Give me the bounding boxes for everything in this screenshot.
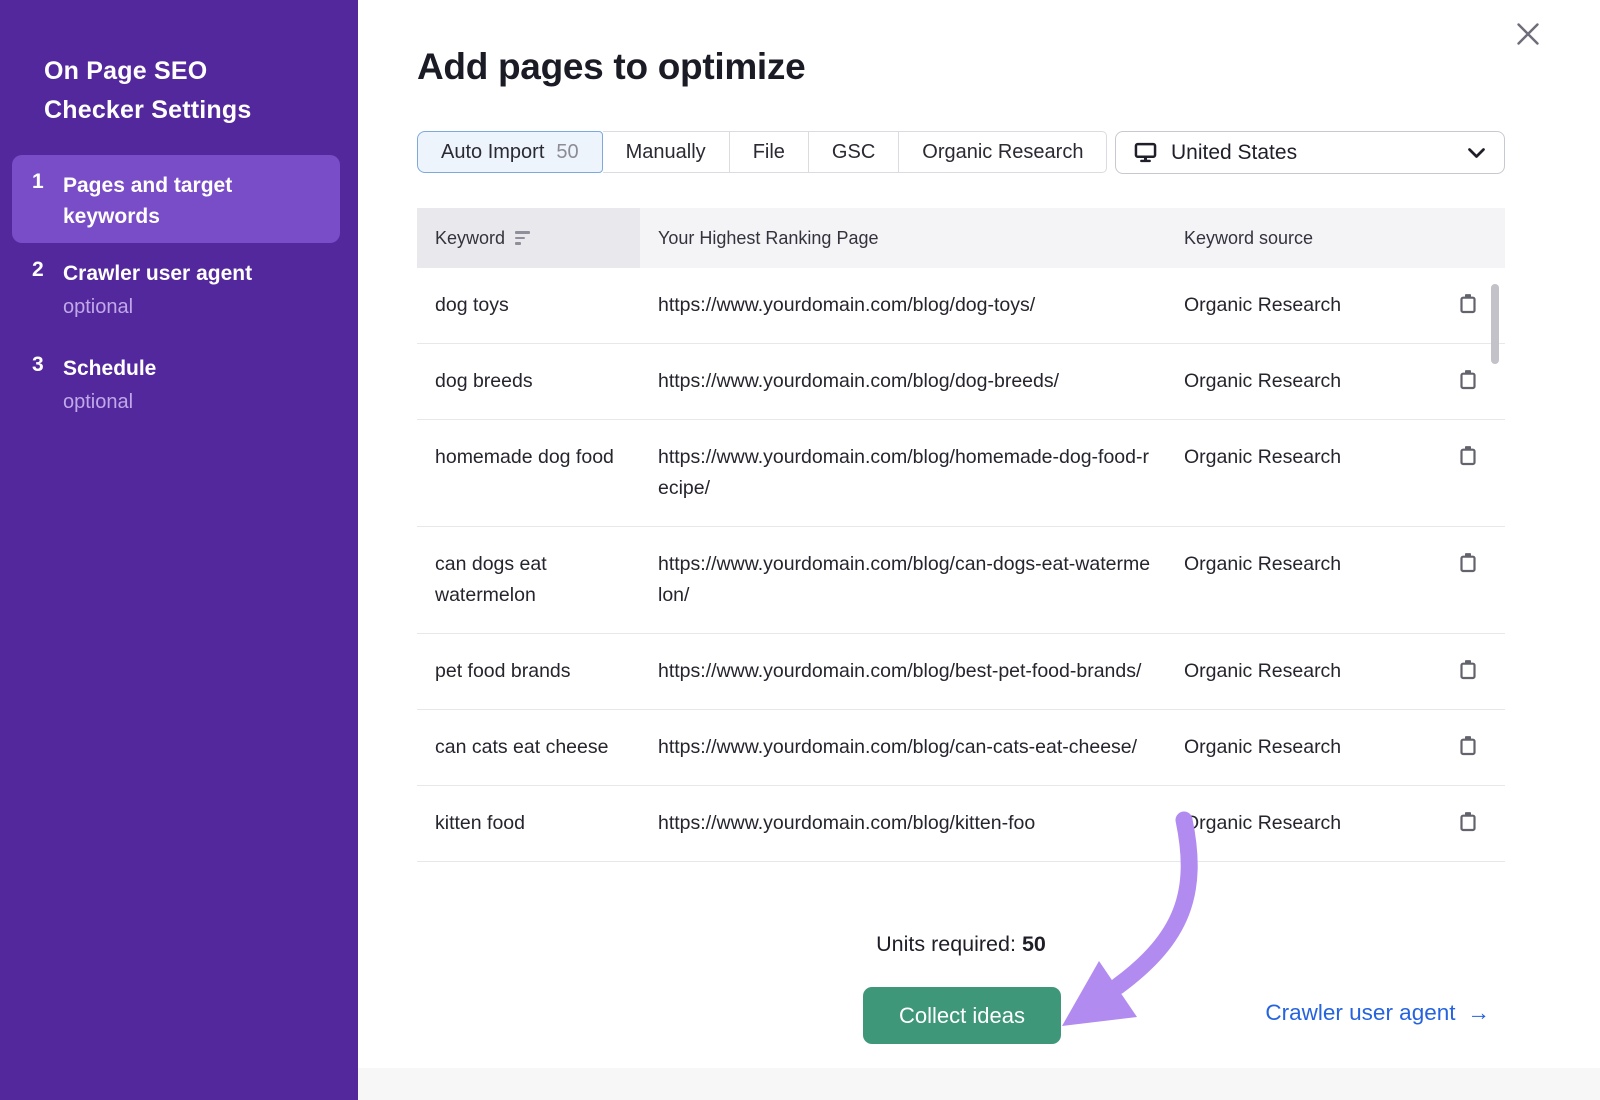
column-header-label: Keyword [435, 228, 505, 249]
table-row: dog toys https://www.yourdomain.com/blog… [417, 268, 1505, 344]
delete-icon[interactable] [1458, 734, 1478, 758]
keyword-cell: pet food brands [417, 634, 640, 709]
table-bottom-fade [417, 878, 1505, 908]
step-number: 2 [32, 258, 44, 282]
modal-content: Add pages to optimize Auto Import 50 Man… [358, 0, 1600, 1100]
url-cell: https://www.yourdomain.com/blog/best-pet… [640, 634, 1160, 709]
tab-label: File [753, 141, 785, 164]
delete-icon[interactable] [1458, 292, 1478, 316]
step-number: 3 [32, 353, 44, 377]
arrow-right-icon: → [1468, 1000, 1491, 1026]
keyword-source-cell: Organic Research [1160, 268, 1430, 343]
country-dropdown-value: United States [1171, 141, 1297, 165]
step-optional-label: optional [63, 391, 133, 414]
page-title: Add pages to optimize [417, 46, 805, 88]
import-source-tabs: Auto Import 50 Manually File GSC Organic… [417, 131, 1107, 173]
tab-organic-research[interactable]: Organic Research [899, 131, 1107, 173]
column-header-keyword[interactable]: Keyword [417, 208, 640, 268]
keyword-source-cell: Organic Research [1160, 344, 1430, 419]
monitor-icon [1134, 142, 1157, 163]
tab-file[interactable]: File [730, 131, 809, 173]
page-background-strip [358, 1068, 1600, 1100]
table-header-row: Keyword Your Highest Ranking Page Keywor… [417, 208, 1505, 268]
chevron-down-icon [1467, 147, 1486, 159]
url-cell: https://www.yourdomain.com/blog/homemade… [640, 420, 1160, 526]
tab-auto-import[interactable]: Auto Import 50 [417, 131, 603, 173]
column-header-ranking-page: Your Highest Ranking Page [640, 208, 1160, 268]
tab-gsc[interactable]: GSC [809, 131, 899, 173]
table-row: homemade dog food https://www.yourdomain… [417, 420, 1505, 527]
url-cell: https://www.yourdomain.com/blog/can-cats… [640, 710, 1160, 785]
keyword-source-cell: Organic Research [1160, 527, 1430, 633]
settings-sidebar: On Page SEO Checker Settings 1 Pages and… [0, 0, 358, 1100]
next-link-label: Crawler user agent [1265, 1000, 1455, 1026]
table-row: can cats eat cheese https://www.yourdoma… [417, 710, 1505, 786]
keyword-cell: can cats eat cheese [417, 710, 640, 785]
sidebar-step-crawler-user-agent[interactable]: Crawler user agent [63, 258, 252, 289]
table-row: kitten food https://www.yourdomain.com/b… [417, 786, 1505, 862]
step-number: 1 [32, 170, 44, 194]
tab-label: Auto Import [441, 141, 544, 164]
keyword-source-cell: Organic Research [1160, 786, 1430, 861]
sidebar-step-schedule[interactable]: Schedule [63, 353, 156, 384]
table-row: pet food brands https://www.yourdomain.c… [417, 634, 1505, 710]
delete-icon[interactable] [1458, 444, 1478, 468]
keywords-table: Keyword Your Highest Ranking Page Keywor… [417, 208, 1505, 908]
tab-manually[interactable]: Manually [603, 131, 730, 173]
column-header-actions [1430, 208, 1505, 268]
keyword-cell: dog toys [417, 268, 640, 343]
url-cell: https://www.yourdomain.com/blog/can-dogs… [640, 527, 1160, 633]
close-icon[interactable] [1508, 14, 1548, 54]
column-header-label: Keyword source [1184, 228, 1313, 249]
tab-count-badge: 50 [556, 141, 578, 164]
column-header-label: Your Highest Ranking Page [658, 228, 878, 249]
sort-icon [515, 231, 530, 245]
step-optional-label: optional [63, 296, 133, 319]
keyword-source-cell: Organic Research [1160, 420, 1430, 526]
collect-ideas-button[interactable]: Collect ideas [863, 987, 1061, 1044]
tab-label: GSC [832, 141, 875, 164]
keyword-cell: kitten food [417, 786, 640, 861]
sidebar-step-pages-and-keywords[interactable]: 1 Pages and target keywords [12, 155, 340, 243]
table-scrollbar[interactable] [1491, 284, 1499, 364]
crawler-user-agent-link[interactable]: Crawler user agent → [1265, 1000, 1490, 1026]
units-label: Units required: [876, 932, 1016, 956]
delete-icon[interactable] [1458, 368, 1478, 392]
tab-label: Manually [626, 141, 706, 164]
url-cell: https://www.yourdomain.com/blog/kitten-f… [640, 786, 1160, 861]
step-label: Pages and target keywords [63, 170, 283, 232]
keyword-cell: homemade dog food [417, 420, 640, 526]
table-row: dog breeds https://www.yourdomain.com/bl… [417, 344, 1505, 420]
table-row: can dogs eat watermelon https://www.your… [417, 527, 1505, 634]
url-cell: https://www.yourdomain.com/blog/dog-bree… [640, 344, 1160, 419]
delete-icon[interactable] [1458, 658, 1478, 682]
tab-label: Organic Research [922, 141, 1083, 164]
column-header-keyword-source: Keyword source [1160, 208, 1430, 268]
units-value: 50 [1022, 932, 1046, 956]
delete-icon[interactable] [1458, 551, 1478, 575]
units-required: Units required: 50 [417, 932, 1505, 957]
delete-icon[interactable] [1458, 810, 1478, 834]
keyword-cell: can dogs eat watermelon [417, 527, 640, 633]
keyword-cell: dog breeds [417, 344, 640, 419]
sidebar-title: On Page SEO Checker Settings [44, 52, 274, 130]
country-dropdown[interactable]: United States [1115, 131, 1505, 174]
keyword-source-cell: Organic Research [1160, 710, 1430, 785]
keyword-source-cell: Organic Research [1160, 634, 1430, 709]
url-cell: https://www.yourdomain.com/blog/dog-toys… [640, 268, 1160, 343]
